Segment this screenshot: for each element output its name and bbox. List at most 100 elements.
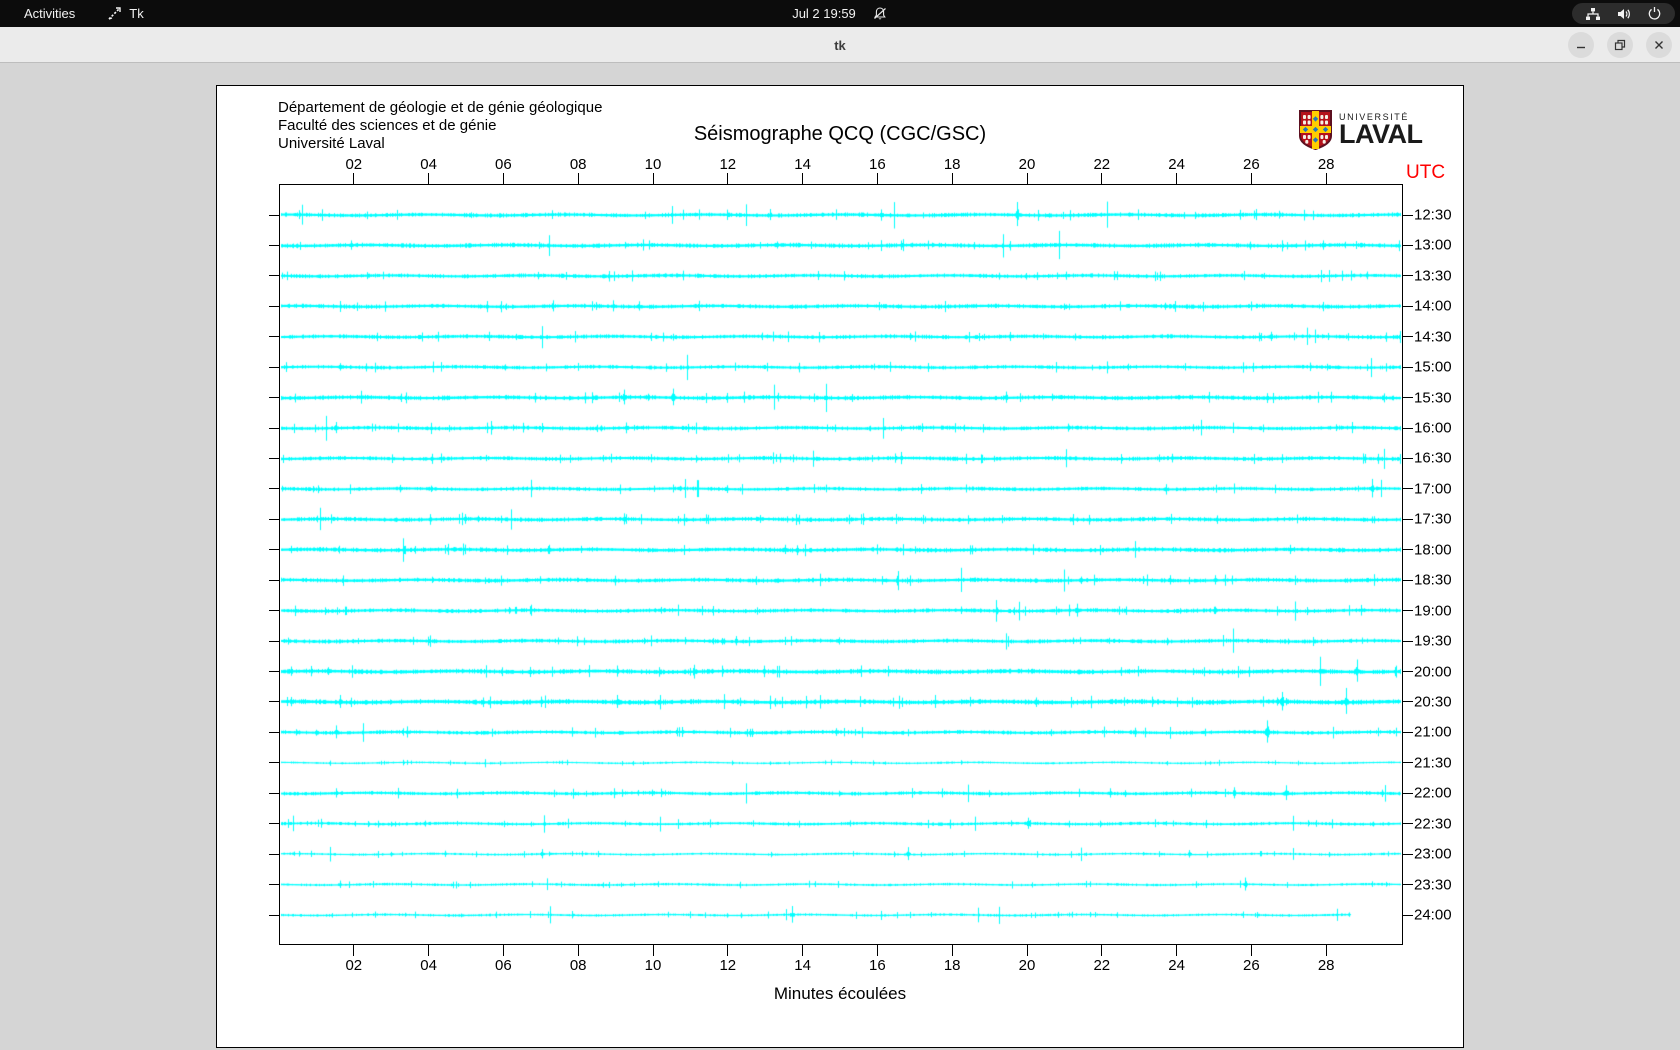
y-axis-tick-left xyxy=(269,701,279,703)
x-axis-tick-bottom xyxy=(1026,945,1028,956)
x-axis-tick-bottom xyxy=(1250,945,1252,956)
y-axis-tick-right xyxy=(1403,610,1413,612)
utc-time-label: 13:30 xyxy=(1414,267,1452,285)
x-axis-tick-bottom xyxy=(652,945,654,956)
x-axis-tick-label-top: 14 xyxy=(794,156,811,173)
utc-time-label: 17:30 xyxy=(1414,510,1452,528)
x-axis-tick-top xyxy=(1176,173,1178,184)
utc-time-label: 20:00 xyxy=(1414,663,1452,681)
y-axis-tick-right xyxy=(1403,701,1413,703)
system-tray[interactable] xyxy=(1572,3,1675,24)
x-axis-tick-top xyxy=(876,173,878,184)
x-axis-tick-bottom xyxy=(876,945,878,956)
gnome-top-bar: Activities Tk Jul 2 19:59 xyxy=(0,0,1680,27)
y-axis-tick-right xyxy=(1403,214,1413,216)
y-axis-tick-left xyxy=(269,853,279,855)
y-axis-tick-right xyxy=(1403,366,1413,368)
y-axis-tick-right xyxy=(1403,640,1413,642)
seismograph-plot-box xyxy=(279,184,1403,945)
universite-laval-logo: UNIVERSITÉ LAVAL xyxy=(1299,110,1423,150)
y-axis-tick-left xyxy=(269,884,279,886)
logo-text-laval: LAVAL xyxy=(1339,119,1423,149)
utc-time-label: 15:30 xyxy=(1414,389,1452,407)
y-axis-tick-right xyxy=(1403,792,1413,794)
app-menu[interactable]: Tk xyxy=(107,6,144,21)
y-axis-tick-right xyxy=(1403,275,1413,277)
x-axis-tick-top xyxy=(353,173,355,184)
x-axis-tick-bottom xyxy=(951,945,953,956)
x-axis-tick-label-top: 18 xyxy=(943,156,961,173)
y-axis-tick-right xyxy=(1403,823,1413,825)
utc-time-label: 19:00 xyxy=(1414,602,1452,620)
y-axis-tick-right xyxy=(1403,397,1413,399)
utc-time-label: 16:00 xyxy=(1414,419,1452,437)
x-axis-tick-label-top: 26 xyxy=(1243,156,1260,173)
x-axis-tick-top xyxy=(727,173,729,184)
y-axis-tick-right xyxy=(1403,579,1413,581)
x-axis-tick-label-bottom: 08 xyxy=(569,957,587,974)
x-axis-tick-bottom xyxy=(1101,945,1103,956)
x-axis-tick-label-bottom: 02 xyxy=(345,957,363,974)
volume-icon xyxy=(1618,8,1630,19)
x-axis-tick-label-top: 10 xyxy=(644,156,662,173)
x-axis-tick-label-bottom: 22 xyxy=(1093,957,1111,974)
utc-time-label: 22:00 xyxy=(1414,784,1452,802)
laval-crest-icon xyxy=(1299,110,1332,150)
y-axis-tick-right xyxy=(1403,731,1413,733)
x-axis-tick-top xyxy=(577,173,579,184)
x-axis-tick-top xyxy=(951,173,953,184)
x-axis-tick-label-top: 16 xyxy=(869,156,886,173)
chart-title: Séismographe QCQ (CGC/GSC) xyxy=(693,123,987,145)
activities-button[interactable]: Activities xyxy=(18,4,81,23)
tk-feather-icon xyxy=(108,7,121,20)
y-axis-tick-left xyxy=(269,549,279,551)
network-wired-icon xyxy=(1586,7,1600,20)
x-axis-tick-label-bottom: 14 xyxy=(794,957,811,974)
utc-time-label: 15:00 xyxy=(1414,358,1452,376)
y-axis-tick-left xyxy=(269,610,279,612)
x-axis-tick-bottom xyxy=(577,945,579,956)
y-axis-tick-left xyxy=(269,427,279,429)
utc-time-label: 18:00 xyxy=(1414,541,1452,559)
y-axis-tick-right xyxy=(1403,914,1413,916)
close-button[interactable] xyxy=(1646,32,1672,58)
y-axis-tick-left xyxy=(269,914,279,916)
y-axis-tick-left xyxy=(269,671,279,673)
utc-time-label: 22:30 xyxy=(1414,815,1452,833)
utc-time-label: 23:00 xyxy=(1414,845,1452,863)
y-axis-tick-left xyxy=(269,640,279,642)
seismograph-canvas-card: Département de géologie et de génie géol… xyxy=(216,85,1464,1048)
utc-time-label: 21:30 xyxy=(1414,754,1452,772)
x-axis-tick-top xyxy=(1101,173,1103,184)
x-axis-tick-bottom xyxy=(502,945,504,956)
minimize-button[interactable] xyxy=(1568,32,1594,58)
utc-time-label: 20:30 xyxy=(1414,693,1452,711)
x-axis-tick-top xyxy=(1325,173,1327,184)
y-axis-tick-right xyxy=(1403,305,1413,307)
x-axis-tick-top xyxy=(802,173,804,184)
y-axis-tick-right xyxy=(1403,457,1413,459)
y-axis-tick-right xyxy=(1403,853,1413,855)
window-title-bar[interactable]: tk xyxy=(0,27,1680,63)
x-axis-tick-bottom xyxy=(1325,945,1327,956)
y-axis-tick-right xyxy=(1403,518,1413,520)
maximize-button[interactable] xyxy=(1607,32,1633,58)
y-axis-tick-right xyxy=(1403,244,1413,246)
y-axis-tick-left xyxy=(269,762,279,764)
y-axis-tick-left xyxy=(269,731,279,733)
y-axis-tick-left xyxy=(269,457,279,459)
utc-time-label: 12:30 xyxy=(1414,206,1452,224)
x-axis-tick-label-top: 28 xyxy=(1317,156,1335,173)
x-axis-tick-top xyxy=(428,173,430,184)
y-axis-tick-left xyxy=(269,244,279,246)
utc-time-label: 14:00 xyxy=(1414,297,1452,315)
y-axis-tick-right xyxy=(1403,762,1413,764)
x-axis-tick-label-bottom: 18 xyxy=(943,957,961,974)
x-axis-tick-label-bottom: 04 xyxy=(420,957,437,974)
x-axis-tick-top xyxy=(1026,173,1028,184)
clock[interactable]: Jul 2 19:59 xyxy=(792,6,856,21)
utc-time-label: 16:30 xyxy=(1414,449,1452,467)
x-axis-tick-label-top: 12 xyxy=(719,156,737,173)
x-axis-tick-label-bottom: 16 xyxy=(869,957,886,974)
y-axis-tick-left xyxy=(269,579,279,581)
